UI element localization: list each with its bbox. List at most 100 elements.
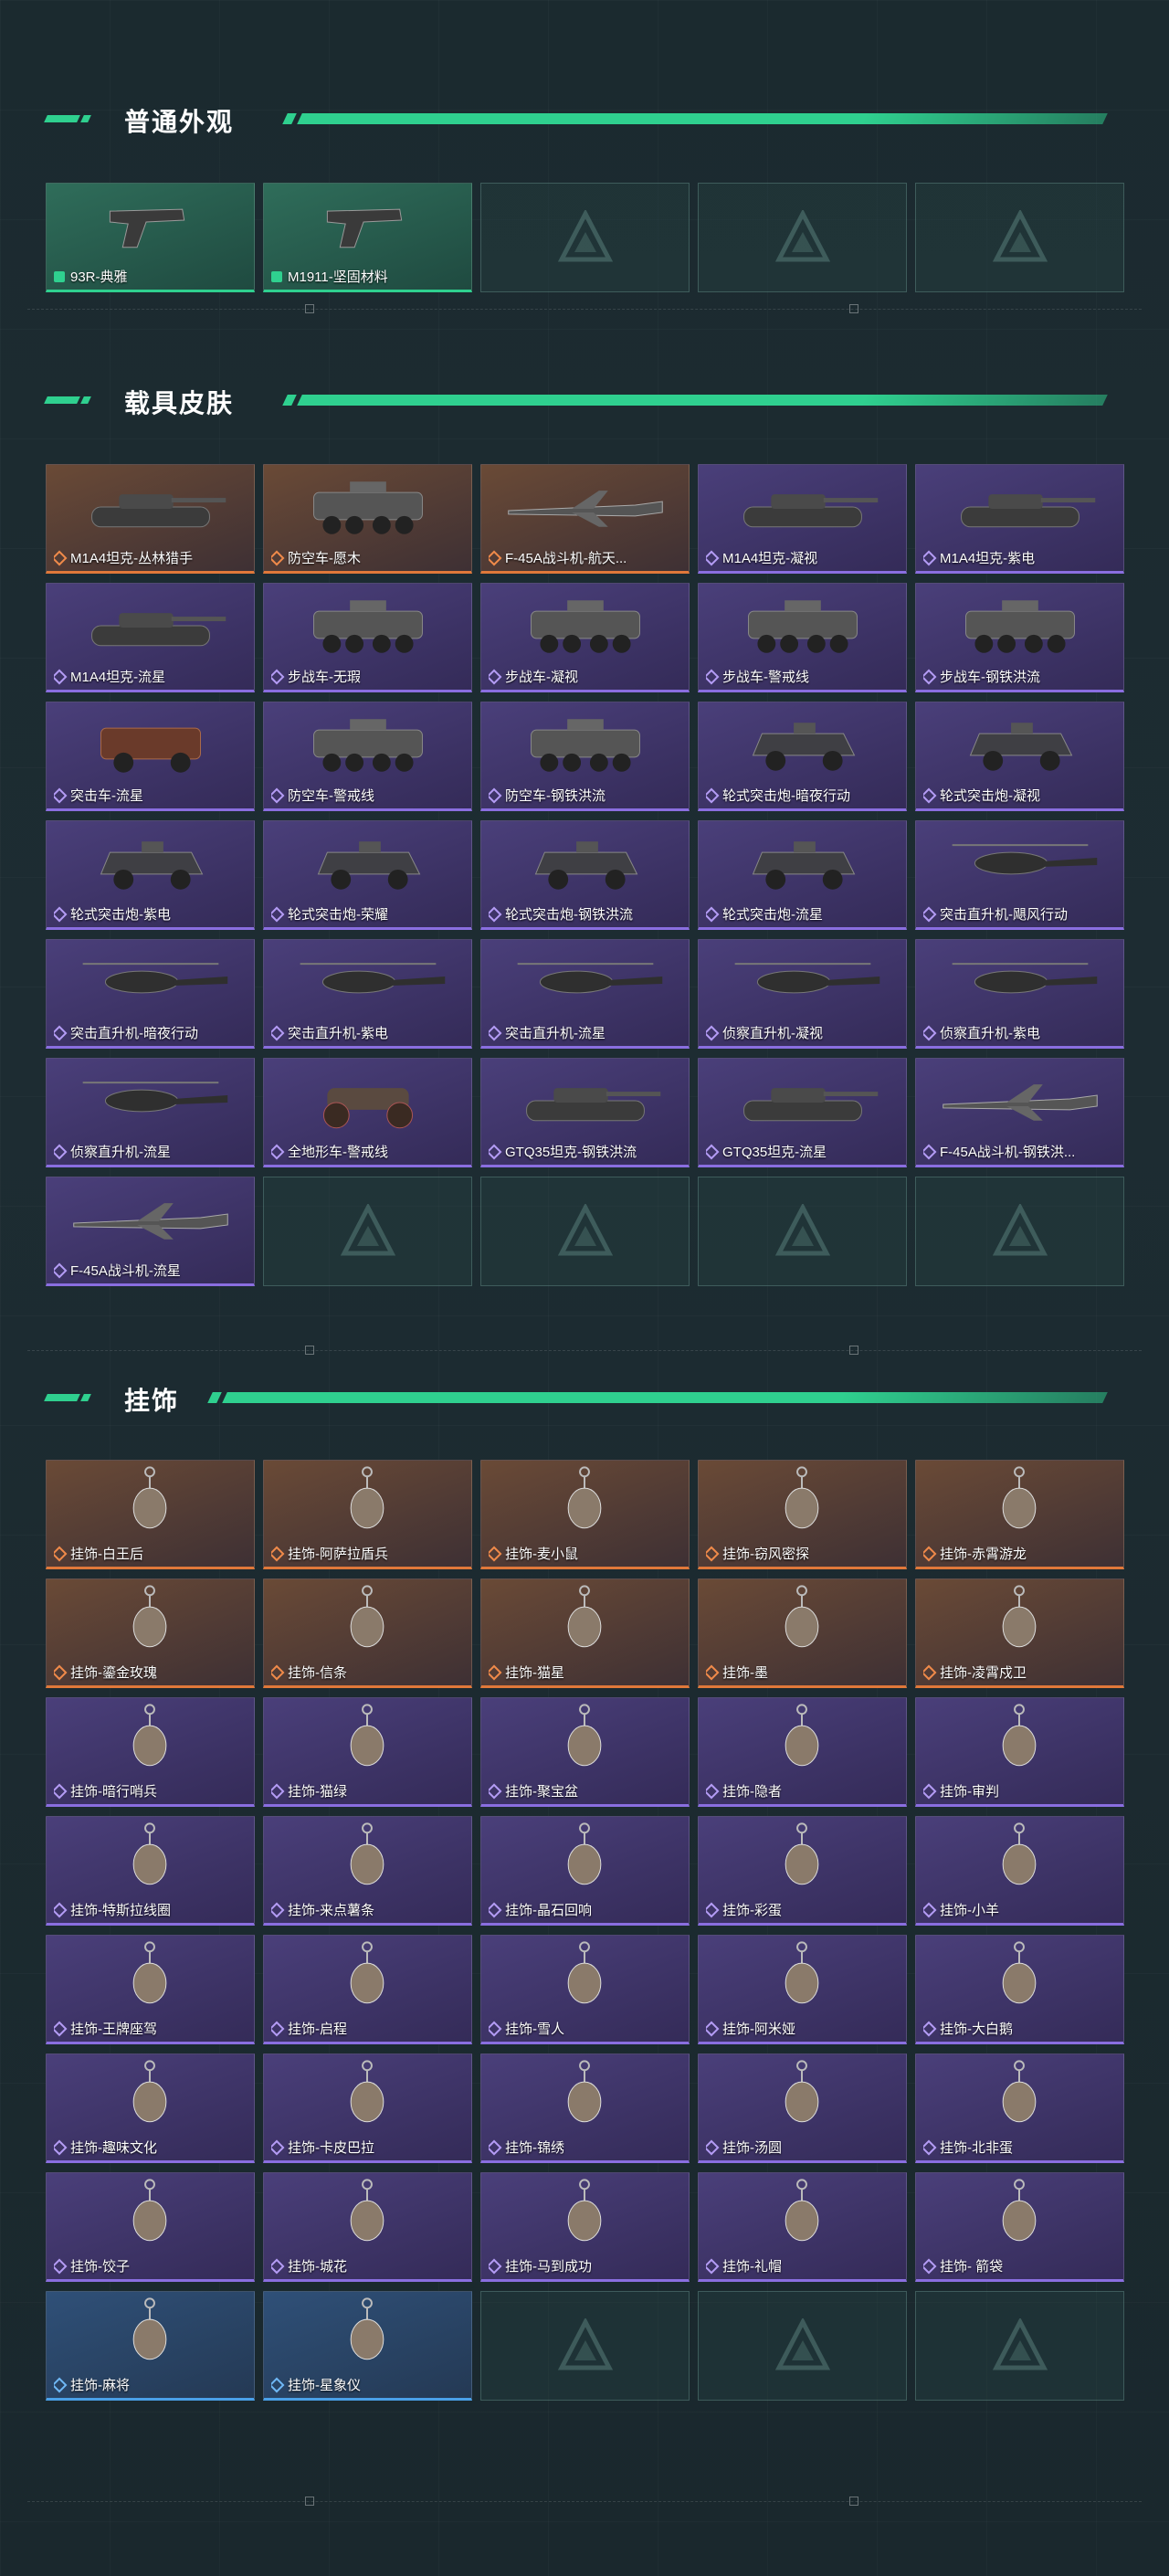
item-card[interactable]: 挂饰-麻将 bbox=[46, 2291, 255, 2401]
item-card[interactable]: 93R-典雅 bbox=[46, 183, 255, 292]
item-card[interactable]: 挂饰-隐者 bbox=[698, 1697, 907, 1807]
rarity-icon bbox=[271, 1546, 285, 1561]
charm-icon bbox=[132, 2060, 167, 2123]
item-card[interactable]: 轮式突击炮-凝视 bbox=[915, 702, 1124, 811]
item-card[interactable]: 轮式突击炮-流星 bbox=[698, 820, 907, 930]
item-card[interactable]: 挂饰-审判 bbox=[915, 1697, 1124, 1807]
item-card[interactable]: 挂饰-阿米娅 bbox=[698, 1935, 907, 2044]
charm-icon bbox=[350, 2297, 384, 2360]
item-card[interactable]: 侦察直升机-紫电 bbox=[915, 939, 1124, 1049]
item-card[interactable]: 挂饰-城花 bbox=[263, 2172, 472, 2282]
item-card[interactable]: F-45A战斗机-航天... bbox=[480, 464, 690, 574]
item-card[interactable]: 挂饰-卡皮巴拉 bbox=[263, 2053, 472, 2163]
charm-icon bbox=[350, 1941, 384, 2004]
item-card[interactable]: 挂饰-聚宝盆 bbox=[480, 1697, 690, 1807]
item-card[interactable]: GTQ35坦克-流星 bbox=[698, 1058, 907, 1167]
item-card[interactable]: 挂饰-信条 bbox=[263, 1578, 472, 1688]
item-card[interactable]: 侦察直升机-流星 bbox=[46, 1058, 255, 1167]
item-card[interactable]: 挂饰-阿萨拉盾兵 bbox=[263, 1460, 472, 1569]
item-card[interactable]: M1A4坦克-紫电 bbox=[915, 464, 1124, 574]
item-card[interactable]: M1A4坦克-丛林猎手 bbox=[46, 464, 255, 574]
item-card[interactable]: 防空车-钢铁洪流 bbox=[480, 702, 690, 811]
item-label: GTQ35坦克-流星 bbox=[706, 1142, 900, 1161]
item-card[interactable]: 挂饰-凌霄戍卫 bbox=[915, 1578, 1124, 1688]
item-card[interactable]: 防空车-愿木 bbox=[263, 464, 472, 574]
rarity-icon bbox=[706, 1546, 720, 1561]
item-card[interactable]: 侦察直升机-凝视 bbox=[698, 939, 907, 1049]
item-card[interactable]: 防空车-警戒线 bbox=[263, 702, 472, 811]
item-card[interactable]: 挂饰-小羊 bbox=[915, 1816, 1124, 1926]
item-card[interactable]: 挂饰-锦绣 bbox=[480, 2053, 690, 2163]
item-card[interactable]: 挂饰-雪人 bbox=[480, 1935, 690, 2044]
item-card[interactable]: 挂饰-猫绿 bbox=[263, 1697, 472, 1807]
item-name: 挂饰- 箭袋 bbox=[940, 2259, 1004, 2275]
item-card[interactable]: 挂饰-晶石回响 bbox=[480, 1816, 690, 1926]
item-card[interactable]: 突击直升机-飓风行动 bbox=[915, 820, 1124, 930]
item-card[interactable]: 突击直升机-紫电 bbox=[263, 939, 472, 1049]
charm-icon bbox=[350, 1822, 384, 1885]
item-card[interactable]: 轮式突击炮-暗夜行动 bbox=[698, 702, 907, 811]
item-card[interactable]: 挂饰-猫星 bbox=[480, 1578, 690, 1688]
item-card[interactable]: 挂饰-窃风密探 bbox=[698, 1460, 907, 1569]
item-card[interactable]: 轮式突击炮-紫电 bbox=[46, 820, 255, 930]
item-card[interactable]: 挂饰-星象仪 bbox=[263, 2291, 472, 2401]
rarity-icon bbox=[923, 1144, 937, 1159]
item-card[interactable]: 步战车-凝视 bbox=[480, 583, 690, 692]
item-card[interactable]: 挂饰- 箭袋 bbox=[915, 2172, 1124, 2282]
item-card[interactable]: 挂饰-彩蛋 bbox=[698, 1816, 907, 1926]
item-card[interactable]: M1A4坦克-流星 bbox=[46, 583, 255, 692]
item-card[interactable]: 轮式突击炮-荣耀 bbox=[263, 820, 472, 930]
item-card[interactable]: 全地形车-警戒线 bbox=[263, 1058, 472, 1167]
item-card[interactable]: 挂饰-马到成功 bbox=[480, 2172, 690, 2282]
item-card[interactable]: 步战车-钢铁洪流 bbox=[915, 583, 1124, 692]
item-label: 全地形车-警戒线 bbox=[271, 1142, 466, 1161]
item-name: 挂饰-雪人 bbox=[505, 2022, 564, 2037]
jet-icon bbox=[73, 1203, 228, 1240]
item-label: 挂饰-马到成功 bbox=[489, 2256, 683, 2275]
item-card[interactable]: 挂饰-北非蛋 bbox=[915, 2053, 1124, 2163]
item-label: 挂饰-猫星 bbox=[489, 1663, 683, 1682]
item-card[interactable]: 挂饰-趣味文化 bbox=[46, 2053, 255, 2163]
header-accent-bar bbox=[44, 115, 80, 122]
item-card[interactable]: 挂饰-赤霄游龙 bbox=[915, 1460, 1124, 1569]
item-card[interactable]: GTQ35坦克-钢铁洪流 bbox=[480, 1058, 690, 1167]
item-card[interactable]: 挂饰-鎏金玫瑰 bbox=[46, 1578, 255, 1688]
item-label: 挂饰- 箭袋 bbox=[923, 2256, 1118, 2275]
item-card[interactable]: 突击车-流星 bbox=[46, 702, 255, 811]
item-name: 防空车-愿木 bbox=[288, 551, 361, 566]
item-card[interactable]: 挂饰-特斯拉线圈 bbox=[46, 1816, 255, 1926]
item-card[interactable]: M1A4坦克-凝视 bbox=[698, 464, 907, 574]
item-card[interactable]: 突击直升机-暗夜行动 bbox=[46, 939, 255, 1049]
item-card[interactable]: 挂饰-饺子 bbox=[46, 2172, 255, 2282]
item-card[interactable]: 步战车-警戒线 bbox=[698, 583, 907, 692]
item-label: 突击直升机-飓风行动 bbox=[923, 904, 1118, 924]
item-card[interactable]: 挂饰-王牌座驾 bbox=[46, 1935, 255, 2044]
charm-icon bbox=[567, 2060, 602, 2123]
item-card[interactable]: 挂饰-麦小鼠 bbox=[480, 1460, 690, 1569]
item-card[interactable]: 挂饰-启程 bbox=[263, 1935, 472, 2044]
item-card[interactable]: F-45A战斗机-钢铁洪... bbox=[915, 1058, 1124, 1167]
item-card[interactable]: 轮式突击炮-钢铁洪流 bbox=[480, 820, 690, 930]
item-card[interactable]: 步战车-无瑕 bbox=[263, 583, 472, 692]
item-card[interactable]: 突击直升机-流星 bbox=[480, 939, 690, 1049]
item-card[interactable]: 挂饰-暗行哨兵 bbox=[46, 1697, 255, 1807]
apc-icon bbox=[531, 600, 640, 653]
item-card[interactable]: F-45A战斗机-流星 bbox=[46, 1177, 255, 1286]
item-card[interactable]: 挂饰-大白鹅 bbox=[915, 1935, 1124, 2044]
item-card[interactable]: M1911-坚固材料 bbox=[263, 183, 472, 292]
item-name: 防空车-钢铁洪流 bbox=[505, 788, 606, 804]
item-label: 突击直升机-暗夜行动 bbox=[54, 1023, 248, 1042]
item-card[interactable]: 挂饰-墨 bbox=[698, 1578, 907, 1688]
item-name: 挂饰-晶石回响 bbox=[505, 1903, 592, 1918]
rarity-icon bbox=[54, 550, 68, 565]
item-card[interactable]: 挂饰-汤圆 bbox=[698, 2053, 907, 2163]
charm-icon bbox=[567, 2179, 602, 2242]
item-card[interactable]: 挂饰-来点薯条 bbox=[263, 1816, 472, 1926]
item-card[interactable]: 挂饰-白王后 bbox=[46, 1460, 255, 1569]
item-name: 挂饰-北非蛋 bbox=[940, 2140, 1013, 2156]
header-accent-bar bbox=[44, 1394, 80, 1401]
armored-car-icon bbox=[534, 841, 638, 890]
item-label: 挂饰-窃风密探 bbox=[706, 1544, 900, 1563]
item-card[interactable]: 挂饰-礼帽 bbox=[698, 2172, 907, 2282]
charm-icon bbox=[1002, 1585, 1037, 1648]
